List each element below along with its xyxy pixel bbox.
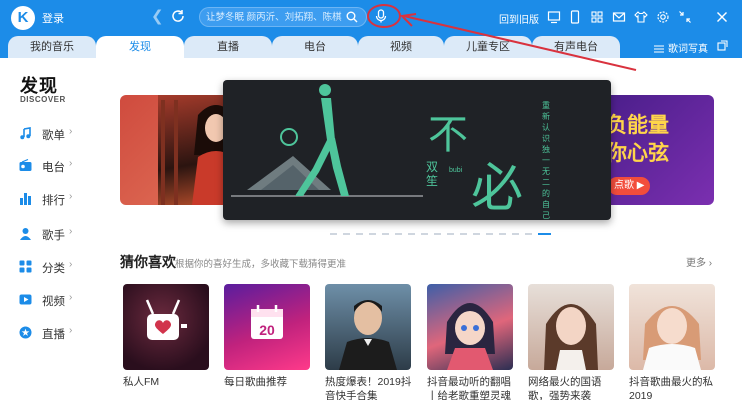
sidebar-item-label: 分类: [42, 263, 65, 275]
sidebar-item-label: 视频: [42, 296, 65, 308]
chevron-right-icon: ›: [69, 126, 73, 137]
banner-slide-main[interactable]: 不 必 双笙 bubi 重新认识独一无二的自己: [223, 80, 611, 220]
card-title[interactable]: 抖音最动听的翻唱丨给老歌重塑灵魂: [427, 375, 519, 400]
banner-right-button[interactable]: 点歌 ▶: [608, 177, 651, 195]
carousel-dot[interactable]: [421, 233, 428, 235]
chevron-right-icon: ›: [708, 258, 713, 269]
tab-live[interactable]: 直播: [184, 36, 272, 58]
sidebar-subtitle: DISCOVER: [20, 95, 66, 104]
banner-right-line2: 你心弦: [606, 142, 669, 165]
sidebar-item-label: 歌单: [42, 130, 65, 142]
sidebar-item-playlist[interactable]: 歌单 ›: [19, 124, 99, 144]
popout-icon[interactable]: [717, 40, 728, 51]
carousel-dot[interactable]: [343, 233, 350, 235]
back-arrow-icon[interactable]: ❮: [151, 7, 164, 25]
bar-chart-icon: [20, 193, 31, 205]
chevron-right-icon: ›: [69, 325, 73, 336]
carousel-dot[interactable]: [369, 233, 376, 235]
card-cover[interactable]: [325, 284, 411, 370]
more-link[interactable]: 更多 ›: [686, 254, 712, 269]
video-icon: [19, 294, 32, 305]
chevron-right-icon: ›: [69, 158, 73, 169]
section-subtitle: 根据你的喜好生成，多收藏下载猜得更准: [175, 259, 347, 270]
carousel-dot[interactable]: [330, 233, 337, 235]
calendar-day: 20: [259, 322, 275, 338]
lyrics-photo-label: 歌词写真: [668, 44, 708, 55]
search-icon[interactable]: [346, 11, 358, 23]
sidebar-item-label: 电台: [42, 162, 65, 174]
card-title[interactable]: 网络最火的国语歌，强势来袭: [528, 375, 620, 400]
carousel-dot[interactable]: [486, 233, 493, 235]
close-icon[interactable]: [715, 10, 729, 24]
carousel-dot[interactable]: [382, 233, 389, 235]
search-input[interactable]: [206, 11, 342, 24]
card-cover[interactable]: 20: [224, 284, 310, 370]
card-title[interactable]: 抖音歌曲最火的私2019: [629, 375, 721, 400]
card-cover[interactable]: [427, 284, 513, 370]
kugou-logo[interactable]: K: [11, 6, 35, 30]
carousel-dot[interactable]: [512, 233, 519, 235]
carousel-dot[interactable]: [356, 233, 363, 235]
mini-mode-icon[interactable]: [678, 10, 692, 24]
banner-right-line1: 负能量: [606, 114, 669, 137]
sidebar-item-radio[interactable]: 电台 ›: [19, 156, 99, 176]
radio-icon: [19, 159, 32, 171]
sidebar-item-live[interactable]: 直播 ›: [19, 323, 99, 343]
sidebar-item-label: 歌手: [42, 230, 65, 242]
tab-discover[interactable]: 发现: [96, 36, 184, 58]
carousel-dot[interactable]: [408, 233, 415, 235]
banner-main-title-1: 不: [428, 112, 470, 158]
carousel-dot[interactable]: [525, 233, 532, 235]
carousel-dot[interactable]: [473, 233, 480, 235]
chevron-right-icon: ›: [69, 226, 73, 237]
annotation-arrow: [399, 13, 637, 71]
carousel-dot[interactable]: [395, 233, 402, 235]
sidebar-item-video[interactable]: 视频 ›: [19, 290, 99, 310]
carousel-dot[interactable]: [460, 233, 467, 235]
sidebar-item-ranking[interactable]: 排行 ›: [19, 189, 99, 209]
search-box[interactable]: [199, 7, 367, 27]
sidebar-item-category[interactable]: 分类 ›: [19, 257, 99, 277]
chevron-right-icon: ›: [69, 259, 73, 270]
card-cover[interactable]: [123, 284, 209, 370]
settings-gear-icon[interactable]: [656, 10, 670, 24]
carousel-indicator: [330, 233, 557, 247]
menu-lines-icon: [654, 45, 664, 53]
sidebar-item-label: 直播: [42, 329, 65, 341]
card-title[interactable]: 热度爆表！2019抖音快手合集: [325, 375, 417, 400]
more-label: 更多: [686, 258, 706, 269]
banner-main-artist: 双笙: [426, 160, 439, 188]
carousel-dot[interactable]: [499, 233, 506, 235]
chevron-right-icon: ›: [69, 292, 73, 303]
sidebar-item-label: 排行: [42, 195, 65, 207]
banner-main-pinyin: bubi: [449, 167, 463, 174]
refresh-icon[interactable]: [170, 8, 186, 24]
lyrics-photo-button[interactable]: 歌词写真: [654, 40, 708, 55]
card-cover[interactable]: [528, 284, 614, 370]
banner-slide-right[interactable]: 负能量 你心弦 点歌 ▶: [602, 95, 714, 205]
login-link[interactable]: 登录: [42, 10, 64, 26]
tab-my-music[interactable]: 我的音乐: [8, 36, 96, 58]
music-note-icon: [20, 127, 31, 140]
card-title[interactable]: 私人FM: [123, 375, 215, 389]
banner-main-vertical-text: 重新认识独一无二的自己: [542, 101, 550, 220]
card-cover[interactable]: [629, 284, 715, 370]
sidebar-item-singers[interactable]: 歌手 ›: [19, 224, 99, 244]
banner-main-title-2: 必: [471, 159, 524, 219]
card-title[interactable]: 每日歌曲推荐: [224, 375, 316, 389]
live-star-icon: [19, 326, 32, 339]
person-icon: [20, 228, 31, 240]
carousel-dot[interactable]: [447, 233, 454, 235]
carousel-dot-active[interactable]: [538, 233, 551, 235]
chevron-right-icon: ›: [69, 191, 73, 202]
carousel-dot[interactable]: [434, 233, 441, 235]
tab-radio[interactable]: 电台: [272, 36, 358, 58]
section-title: 猜你喜欢: [120, 254, 176, 270]
grid-icon: [19, 260, 32, 273]
banner-illustration: [231, 84, 423, 197]
